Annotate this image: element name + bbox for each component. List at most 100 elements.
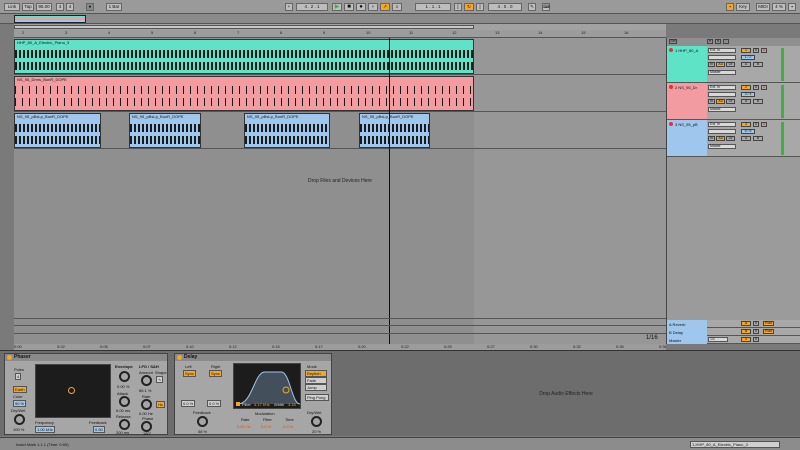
master-output-select[interactable]: 1/2 (708, 337, 728, 342)
track-header-3[interactable]: 3 NS_95_pB Ext. In In Au Of Master 3 S ● 5 / 6 AB (667, 120, 800, 157)
punch-in-icon[interactable]: ⟦ (454, 3, 462, 11)
arm-button[interactable]: ● (761, 85, 767, 90)
audio-clip-2[interactable]: NS_95_Drms_BunR_DOPE (14, 76, 474, 111)
output-select[interactable]: Master (708, 144, 736, 149)
width-value[interactable]: 3.18 (288, 402, 296, 407)
solo-button[interactable]: S (753, 85, 759, 90)
drywet-knob[interactable] (14, 414, 25, 425)
monitor-in-button[interactable]: In (708, 99, 715, 104)
return-lane-b[interactable] (14, 326, 666, 334)
monitor-auto-button[interactable]: Au (716, 99, 725, 104)
audio-clip-3d[interactable]: NS_95_pBsLp_BunR_DOPE (359, 113, 430, 148)
input-channel-select[interactable] (708, 92, 736, 97)
right-offset-value[interactable]: 0.0 % (207, 400, 222, 407)
left-offset-value[interactable]: 0.0 % (181, 400, 196, 407)
attack-knob[interactable] (119, 396, 130, 407)
track-title[interactable]: 1 HHP_80_A (667, 46, 707, 82)
device-on-icon[interactable] (177, 355, 182, 360)
master-solo-button[interactable]: S (753, 337, 759, 342)
channel-value[interactable]: 5 / 6 (741, 129, 755, 134)
track-header-1[interactable]: 1 HHP_80_A Ext. In In Au Of Master 1 S ● 1 / 2 AB (667, 46, 800, 83)
stop-icon[interactable]: ■ (344, 3, 354, 11)
solo-button[interactable]: S (753, 48, 759, 53)
device-on-icon[interactable] (7, 355, 12, 360)
return-lane-a[interactable] (14, 318, 666, 326)
mode-jump-button[interactable]: Jump (305, 384, 327, 391)
filter-on-icon[interactable] (236, 402, 240, 406)
filter-display[interactable]: Filter 4.17 kHz Width 3.18 (233, 363, 301, 409)
loop-brace[interactable] (14, 25, 474, 29)
mode-repitch-button[interactable]: Repitch (305, 370, 327, 377)
env-amount-knob[interactable] (119, 371, 130, 382)
time-sig-denominator[interactable]: 4 (66, 3, 74, 11)
overview-viewport[interactable] (14, 15, 86, 23)
post-button[interactable]: Post (763, 321, 774, 326)
overdub-icon[interactable]: + (368, 3, 378, 11)
output-select[interactable]: Master (708, 107, 736, 112)
track-activator[interactable]: 1 (741, 48, 751, 53)
earth-button[interactable]: Earth (13, 386, 27, 393)
monitor-off-button[interactable]: Of (726, 62, 735, 67)
monitor-auto-button[interactable]: Au (716, 62, 725, 67)
track-lane-3[interactable]: NS_95_pBsLp_BunR_DOPE NS_95_pBsLp_BunR_D… (14, 112, 666, 149)
monitor-auto-button[interactable]: Au (716, 136, 725, 141)
post-button[interactable]: Post (763, 329, 774, 334)
solo-button[interactable]: S (753, 329, 759, 334)
set-button[interactable]: Set (669, 39, 677, 44)
arm-button[interactable]: ● (761, 48, 767, 53)
master-volume[interactable]: 0 (741, 337, 751, 342)
tempo-field[interactable]: 95.00 (36, 3, 52, 11)
play-icon[interactable]: ▶ (332, 3, 342, 11)
filter-freq-value[interactable]: 4.17 kHz (254, 402, 270, 407)
audio-clip-3c[interactable]: NS_95_pBsLp_BunR_DOPE (244, 113, 330, 148)
poles-value[interactable]: 4 (15, 373, 22, 380)
return-activator[interactable]: A (741, 321, 751, 326)
mod-rate-value[interactable]: 0.60 Hz (237, 424, 251, 429)
key-map-button[interactable]: Key (736, 3, 750, 11)
audio-clip-3a[interactable]: NS_95_pBsLp_BunR_DOPE (14, 113, 101, 148)
automation-arm-icon[interactable]: ↗ (380, 3, 390, 11)
loop-start-field[interactable]: 1 . 1 . 1 (415, 3, 451, 11)
monitor-in-button[interactable]: In (708, 62, 715, 67)
crossfade-a-button[interactable]: A (741, 136, 751, 141)
record-icon[interactable]: ● (356, 3, 366, 11)
punch-icon[interactable]: ≡ (392, 3, 402, 11)
color-value[interactable]: 90 % (13, 400, 27, 407)
lfo-shape-icon[interactable]: ∿ (156, 376, 164, 383)
loop-switch-icon[interactable]: ↻ (464, 3, 474, 11)
crossfade-a-button[interactable]: A (741, 99, 751, 104)
input-type-select[interactable]: Ext. In (708, 85, 736, 90)
monitor-in-button[interactable]: In (708, 136, 715, 141)
mode-fade-button[interactable]: Fade (305, 377, 327, 384)
crossfade-b-button[interactable]: B (753, 99, 763, 104)
sends-toggle-icon[interactable]: ◦ (723, 39, 729, 44)
return-activator[interactable]: B (741, 329, 751, 334)
input-type-select[interactable]: Ext. In (708, 122, 736, 127)
return-title[interactable]: B Delay (667, 328, 707, 336)
mod-filter-value[interactable]: 0.0 % (261, 424, 271, 429)
input-channel-select[interactable] (708, 129, 736, 134)
arrangement-position[interactable]: 4 . 2 . 1 (296, 3, 328, 11)
lfo-rate-knob[interactable] (141, 399, 152, 410)
audio-clip-1[interactable]: HHP_80_A_Electric_Piano_3 (14, 39, 474, 74)
track-activator[interactable]: 2 (741, 85, 751, 90)
monitor-off-button[interactable]: Of (726, 136, 735, 141)
input-type-select[interactable]: Ext. In (708, 48, 736, 53)
feedback-value[interactable]: 0.50 (93, 426, 105, 433)
hz-button[interactable]: Hz (156, 401, 165, 408)
arm-icon[interactable] (669, 48, 673, 52)
io-toggle-icon[interactable]: ↯ (715, 39, 721, 44)
return-title[interactable]: A Reverb (667, 320, 707, 328)
quantization-select[interactable]: 1 Bar (106, 3, 122, 11)
drywet-knob[interactable] (311, 416, 322, 427)
track-title[interactable]: 3 NS_95_pB (667, 120, 707, 156)
loop-length-field[interactable]: 4 . 0 . 0 (488, 3, 522, 11)
punch-out-icon[interactable]: ⟧ (476, 3, 484, 11)
track-title[interactable]: 2 NS_95_Dr (667, 83, 707, 119)
pingpong-button[interactable]: Ping Pong (305, 394, 329, 401)
monitor-off-button[interactable]: Of (726, 99, 735, 104)
crossfade-b-button[interactable]: B (753, 62, 763, 67)
return-header-A[interactable]: A Reverb A S Post (667, 320, 800, 328)
phaser-xy-pad[interactable] (35, 364, 111, 418)
left-sync-button[interactable]: Sync (183, 370, 196, 377)
